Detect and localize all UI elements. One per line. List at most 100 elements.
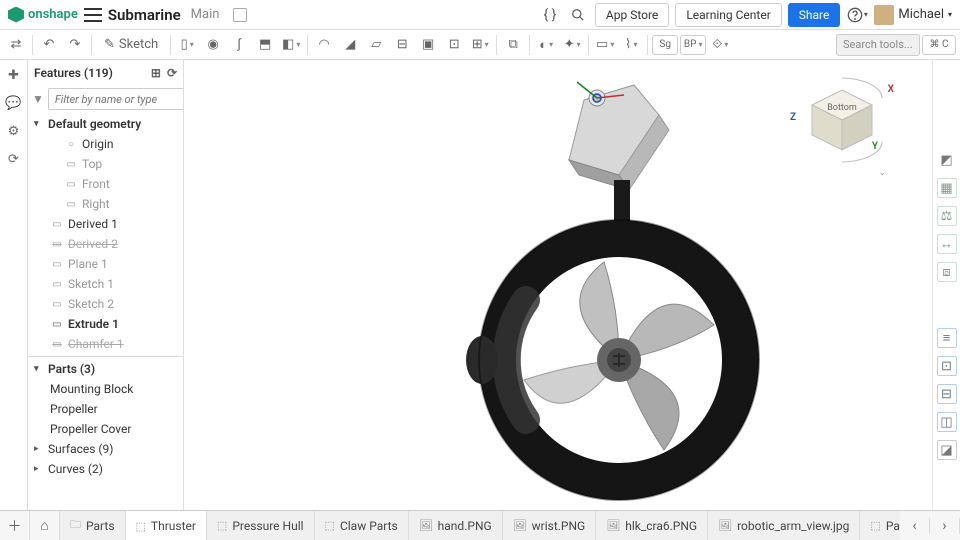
hamburger-icon[interactable] — [84, 8, 102, 22]
thicken-tool-icon[interactable]: ◧ — [279, 33, 303, 57]
transform-tool-icon[interactable]: ◐ — [534, 33, 558, 57]
measure-icon[interactable]: ↔ — [937, 234, 957, 254]
bom-icon[interactable]: ≡ — [937, 328, 957, 348]
modify-tool-icon[interactable]: ✦ — [560, 33, 584, 57]
loft-tool-icon[interactable]: ⬒ — [253, 33, 277, 57]
rib-tool-icon[interactable]: ⊟ — [390, 33, 414, 57]
viewcube-chevron-icon[interactable]: ⌄ — [878, 168, 886, 178]
feature-node[interactable]: ▭Sketch 2 — [28, 294, 183, 314]
left-rail: ✚ 💬 ⚙ ⟳ — [0, 60, 28, 510]
section-view-icon[interactable]: ⧈ — [937, 262, 957, 282]
search-icon[interactable] — [567, 4, 589, 26]
top-plane-node[interactable]: ▭Top — [28, 154, 183, 174]
document-tab[interactable]: ⬚Thruster — [126, 511, 207, 540]
add-tab-button[interactable]: ＋ — [0, 511, 30, 540]
bp-pill[interactable]: BP — [680, 35, 706, 55]
curve-tool-icon[interactable]: ⌇ — [619, 33, 643, 57]
document-tab[interactable]: ⬚Part Studio 3 — [860, 511, 900, 540]
filter-icon[interactable]: ▼ — [32, 92, 44, 106]
viewcube-face: Bottom — [827, 103, 857, 113]
learning-center-button[interactable]: Learning Center — [675, 3, 781, 27]
display-states-icon[interactable]: ◫ — [937, 412, 957, 432]
merge-branch-icon[interactable]: { } — [539, 4, 561, 26]
user-menu[interactable]: Michael ▾ — [874, 5, 952, 25]
surfaces-node[interactable]: ▸Surfaces (9) — [28, 439, 183, 459]
boolean-tool-icon[interactable]: ⧉ — [501, 33, 525, 57]
search-tools-input[interactable]: Search tools... — [836, 34, 920, 56]
document-tabs: ＋ ⌂ 🗀Parts⬚Thruster⬚Pressure Hull⬚Claw P… — [0, 510, 960, 540]
explode-icon[interactable]: ⊟ — [937, 384, 957, 404]
document-tab[interactable]: 🖼wrist.PNG — [503, 511, 597, 540]
chamfer-tool-icon[interactable]: ◢ — [338, 33, 362, 57]
feature-node[interactable]: ▭Sketch 1 — [28, 274, 183, 294]
share-button[interactable]: Share — [788, 3, 841, 27]
filter-input[interactable] — [48, 88, 184, 110]
pattern-tool-icon[interactable]: ⊞ — [468, 33, 492, 57]
tabs-scroll-right-icon[interactable]: › — [930, 518, 960, 534]
fillet-tool-icon[interactable]: ◠ — [312, 33, 336, 57]
front-plane-node[interactable]: ▭Front — [28, 174, 183, 194]
mate-icon[interactable]: ⊡ — [937, 356, 957, 376]
document-tab[interactable]: 🖼hand.PNG — [409, 511, 503, 540]
brand-logo[interactable]: onshape — [8, 7, 78, 23]
custom-feature-icon[interactable]: ⟐ — [708, 33, 732, 57]
sweep-tool-icon[interactable]: ∫ — [227, 33, 251, 57]
default-geometry-node[interactable]: ▾Default geometry — [28, 114, 183, 134]
features-header: Features (119) ⊞ ⟳ — [28, 60, 183, 86]
curves-node[interactable]: ▸Curves (2) — [28, 459, 183, 479]
main-area: ✚ 💬 ⚙ ⟳ Features (119) ⊞ ⟳ ▼ ▾Default ge… — [0, 60, 960, 510]
axis-z: Z — [790, 112, 796, 123]
feature-tree-toggle-icon[interactable]: ⇄ — [4, 33, 28, 57]
document-title[interactable]: Submarine — [108, 6, 181, 24]
help-icon[interactable]: ▾ — [846, 4, 868, 26]
mass-props-icon[interactable]: ⚖ — [937, 206, 957, 226]
appearance-panel-icon[interactable]: ▦ — [937, 178, 957, 198]
shell-tool-icon[interactable]: ▣ — [416, 33, 440, 57]
document-tab[interactable]: 🖼robotic_arm_view.jpg — [708, 511, 860, 540]
feature-tree: ▾Default geometry ○Origin ▭Top ▭Front ▭R… — [28, 112, 183, 510]
tab-type-icon: ⬚ — [217, 519, 227, 532]
document-tab[interactable]: ⬚Claw Parts — [315, 511, 409, 540]
draft-tool-icon[interactable]: ▱ — [364, 33, 388, 57]
document-tab[interactable]: ⬚Pressure Hull — [207, 511, 315, 540]
feature-node[interactable]: ▭Derived 2 — [28, 234, 183, 254]
copy-document-icon[interactable] — [233, 8, 247, 22]
view-cube[interactable]: Bottom X Y Z ⌄ — [792, 70, 892, 170]
feature-node[interactable]: ▭Derived 1 — [28, 214, 183, 234]
document-tab[interactable]: 🗀Parts — [60, 511, 126, 540]
part-node[interactable]: Mounting Block — [28, 379, 183, 399]
logo-cube-icon — [8, 7, 24, 23]
3d-canvas[interactable]: Bottom X Y Z ⌄ — [184, 60, 932, 510]
plane-tool-icon[interactable]: ▭ — [593, 33, 617, 57]
comments-icon[interactable]: 💬 — [5, 94, 23, 112]
part-node[interactable]: Propeller — [28, 399, 183, 419]
tabs-scroll-left-icon[interactable]: ‹ — [900, 518, 930, 534]
add-custom-feature-icon[interactable]: ⊞ — [151, 66, 161, 80]
extrude-tool-icon[interactable]: ▯ — [175, 33, 199, 57]
app-store-button[interactable]: App Store — [595, 3, 669, 27]
parts-header[interactable]: ▾Parts (3) — [28, 359, 183, 379]
feature-node[interactable]: ▭Chamfer 1 — [28, 334, 183, 354]
sketch-tool[interactable]: ✎ Sketch — [96, 33, 166, 57]
views-icon[interactable]: ◪ — [937, 440, 957, 460]
feature-node[interactable]: ▭Extrude 1 — [28, 314, 183, 334]
add-feature-icon[interactable]: ✚ — [5, 66, 23, 84]
right-plane-node[interactable]: ▭Right — [28, 194, 183, 214]
configurations-icon[interactable]: ⚙ — [5, 122, 23, 140]
feature-node[interactable]: ▭Plane 1 — [28, 254, 183, 274]
sg-pill[interactable]: Sg — [652, 35, 678, 55]
undo-icon[interactable]: ↶ — [37, 33, 61, 57]
iso-view-icon[interactable]: ◩ — [937, 150, 957, 170]
tab-type-icon: 🖼 — [718, 519, 732, 532]
document-tab[interactable]: 🖼hlk_cra6.PNG — [596, 511, 708, 540]
home-tab-icon[interactable]: ⌂ — [30, 511, 60, 540]
tab-type-icon: ⬚ — [325, 519, 335, 532]
hole-tool-icon[interactable]: ⊡ — [442, 33, 466, 57]
branch-name[interactable]: Main — [191, 7, 220, 22]
part-node[interactable]: Propeller Cover — [28, 419, 183, 439]
origin-node[interactable]: ○Origin — [28, 134, 183, 154]
variables-icon[interactable]: ⟳ — [5, 150, 23, 168]
rollback-icon[interactable]: ⟳ — [167, 66, 177, 80]
revolve-tool-icon[interactable]: ◉ — [201, 33, 225, 57]
redo-icon[interactable]: ↷ — [63, 33, 87, 57]
